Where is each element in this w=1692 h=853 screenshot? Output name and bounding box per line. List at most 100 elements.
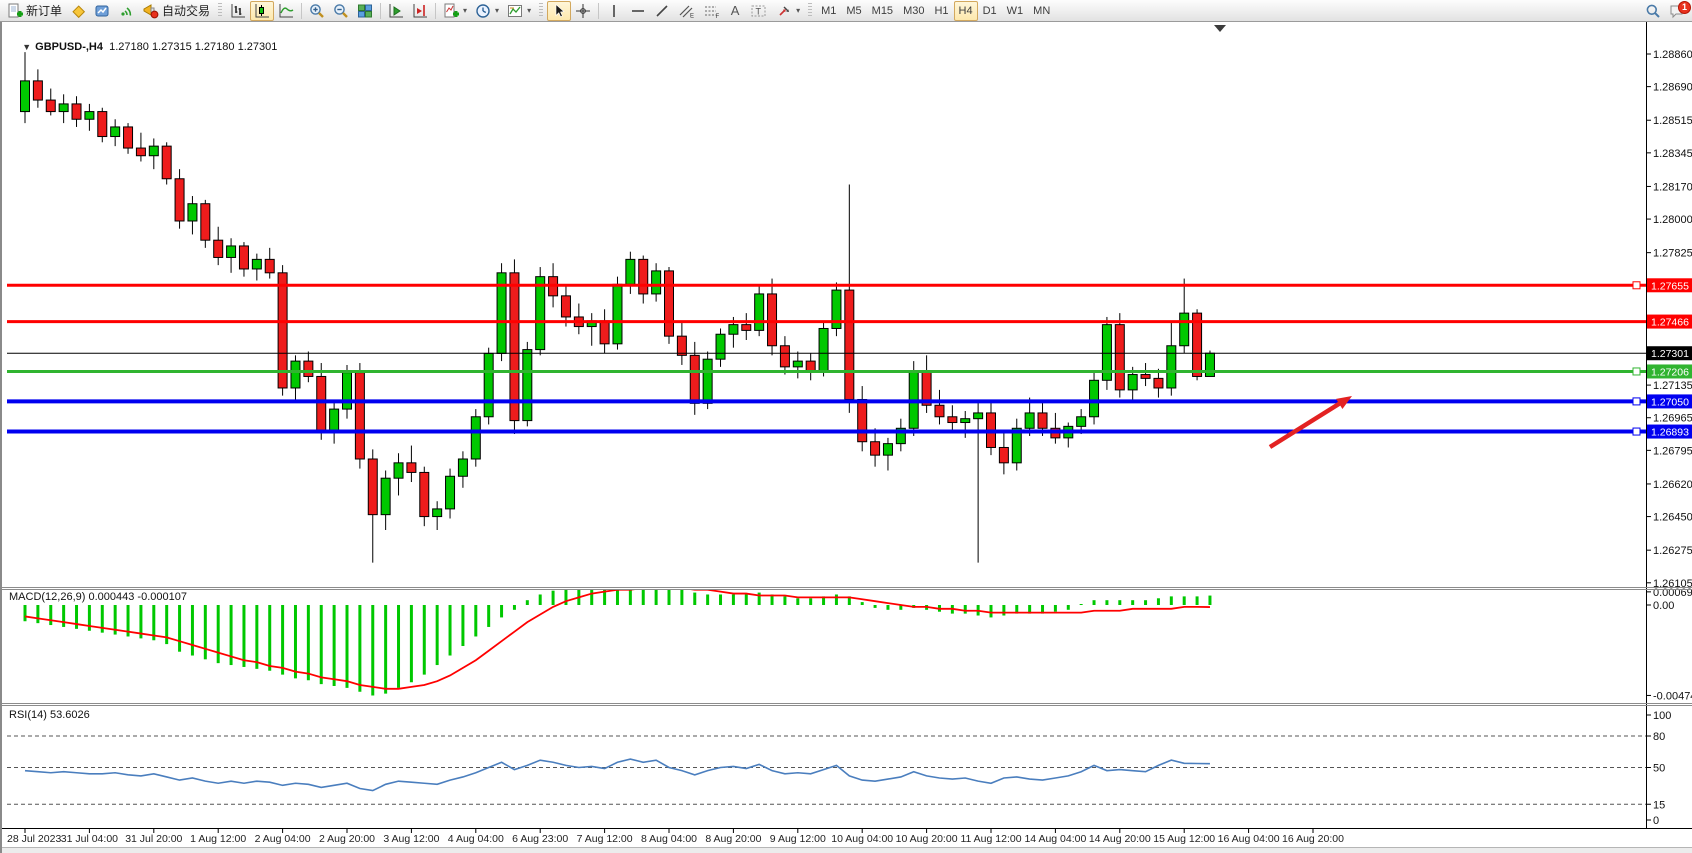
candle — [239, 246, 248, 269]
arrows-dropdown[interactable]: ▾ — [772, 1, 804, 21]
toolbar-grip[interactable] — [218, 3, 222, 18]
channel-tool[interactable]: E — [674, 1, 699, 21]
candle — [162, 146, 171, 179]
candle — [72, 104, 81, 119]
autotrading-label: 自动交易 — [162, 2, 210, 19]
search-button[interactable] — [1641, 1, 1665, 21]
chart-window[interactable]: 1.276551.274661.273011.272061.270501.268… — [0, 22, 1692, 853]
trendline-tool[interactable] — [650, 1, 674, 21]
candle — [974, 413, 983, 419]
zoom-in-icon — [309, 3, 325, 19]
toolbar-grip[interactable] — [539, 3, 543, 18]
new-chart-button[interactable] — [66, 1, 90, 21]
new-order-label: 新订单 — [26, 2, 62, 19]
autotrading-button[interactable]: 自动交易 — [138, 1, 214, 21]
channel-glyph: E — [690, 13, 694, 19]
timeframe-mn[interactable]: MN — [1028, 1, 1055, 21]
candle — [1141, 375, 1150, 379]
zoom-in-button[interactable] — [305, 1, 329, 21]
notifications-button[interactable]: 1 — [1665, 1, 1689, 21]
bar-chart-button[interactable] — [226, 1, 250, 21]
chart-shift-button[interactable] — [408, 1, 432, 21]
line-handle[interactable] — [1633, 368, 1640, 375]
line-handle[interactable] — [1633, 428, 1640, 435]
candle — [368, 459, 377, 515]
candle — [304, 361, 313, 376]
indicators-dropdown[interactable]: ▾ — [439, 1, 471, 21]
candlestick-icon — [254, 3, 270, 19]
timeframe-m30[interactable]: M30 — [898, 1, 929, 21]
timeframe-m15[interactable]: M15 — [867, 1, 898, 21]
chart-shift-marker[interactable] — [1214, 25, 1226, 32]
candle — [1180, 313, 1189, 346]
candlestick-chart-button[interactable] — [250, 1, 274, 21]
label-tool[interactable]: T — [746, 1, 772, 21]
cursor-tool-button[interactable] — [547, 1, 571, 21]
zoom-out-button[interactable] — [329, 1, 353, 21]
horizontal-line-icon — [630, 3, 646, 19]
candle — [935, 405, 944, 417]
candle — [1077, 417, 1086, 427]
periods-dropdown[interactable]: ▾ — [471, 1, 503, 21]
candle — [355, 373, 364, 459]
profiles-button[interactable] — [90, 1, 114, 21]
candle — [188, 204, 197, 221]
timeframe-m5[interactable]: M5 — [841, 1, 866, 21]
candle — [201, 204, 210, 240]
label-tool-icon: T — [750, 3, 768, 19]
horizontal-line-tool[interactable] — [626, 1, 650, 21]
templates-dropdown[interactable]: ▾ — [503, 1, 535, 21]
chart-canvas[interactable]: 1.276551.274661.273011.272061.270501.268… — [2, 22, 1692, 853]
line-chart-button[interactable] — [274, 1, 298, 21]
rsi-indicator-label: RSI(14) 53.6026 — [9, 709, 90, 721]
line-chart-icon — [278, 3, 294, 19]
toolbar-grip[interactable] — [808, 3, 812, 18]
candle — [768, 294, 777, 346]
timeframe-h1[interactable]: H1 — [929, 1, 953, 21]
price-axis[interactable] — [1644, 22, 1692, 828]
timeframe-h4[interactable]: H4 — [954, 1, 978, 21]
crosshair-tool-button[interactable] — [571, 1, 595, 21]
candle — [381, 478, 390, 514]
timeframe-m1[interactable]: M1 — [816, 1, 841, 21]
candle — [639, 259, 648, 294]
candle — [858, 399, 867, 441]
candle — [85, 112, 94, 120]
chart-collapse-icon[interactable]: ▼ — [22, 42, 31, 52]
candle — [265, 259, 274, 272]
candle — [961, 419, 970, 423]
arrow-annotation[interactable] — [1270, 396, 1352, 447]
candle — [59, 104, 68, 112]
candle — [484, 353, 493, 416]
candle — [33, 81, 42, 100]
chevron-down-icon: ▾ — [495, 6, 499, 15]
auto-scroll-button[interactable] — [384, 1, 408, 21]
candle — [999, 447, 1008, 462]
candle — [407, 463, 416, 473]
text-tool[interactable]: A — [724, 1, 746, 21]
crosshair-icon — [575, 3, 591, 19]
fibonacci-tool[interactable]: F — [699, 1, 724, 21]
candle — [677, 336, 686, 355]
tile-windows-button[interactable] — [353, 1, 377, 21]
template-icon — [507, 3, 523, 19]
signals-button[interactable] — [114, 1, 138, 21]
toolbar-separator — [301, 3, 302, 19]
candle — [600, 321, 609, 344]
bar-chart-icon — [230, 3, 246, 19]
macd-indicator-label: MACD(12,26,9) 0.000443 -0.000107 — [9, 591, 187, 603]
candle — [446, 476, 455, 509]
candle — [227, 246, 236, 258]
vertical-line-tool[interactable] — [602, 1, 626, 21]
new-order-button[interactable]: 新订单 — [3, 1, 66, 21]
line-handle[interactable] — [1633, 398, 1640, 405]
candle — [394, 463, 403, 478]
line-handle[interactable] — [1633, 282, 1640, 289]
time-axis[interactable] — [2, 828, 1644, 847]
shift-marker-layer[interactable] — [1214, 25, 1226, 32]
timeframe-d1[interactable]: D1 — [978, 1, 1002, 21]
candle — [420, 472, 429, 516]
timeframe-w1[interactable]: W1 — [1002, 1, 1029, 21]
candle — [124, 127, 133, 148]
indicators-icon — [443, 3, 459, 19]
